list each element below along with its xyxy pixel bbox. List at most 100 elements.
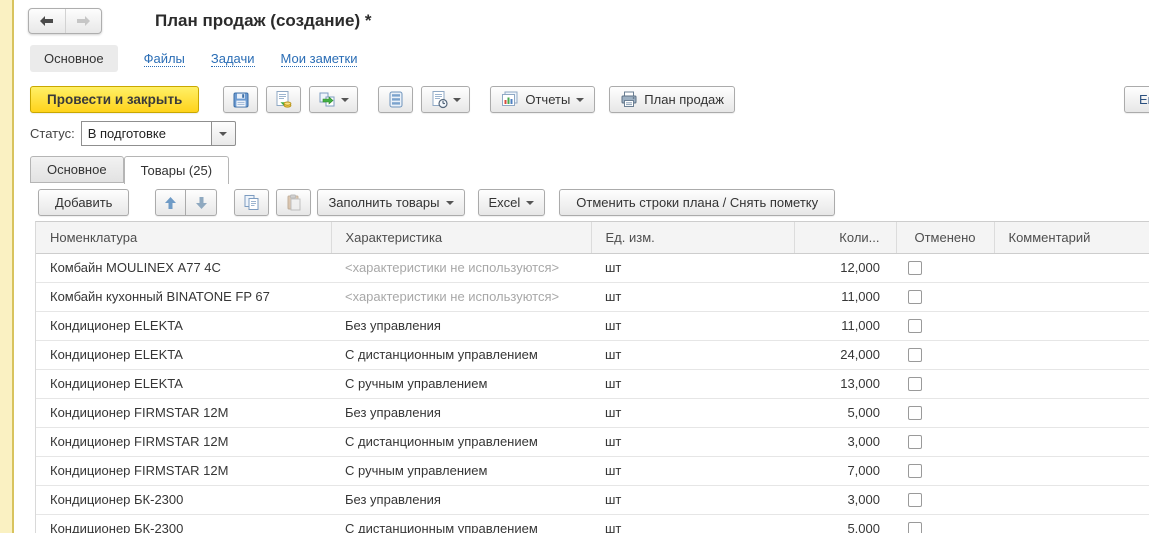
excel-button[interactable]: Excel [478,189,546,216]
cell-cancelled[interactable] [896,311,994,340]
status-dropdown-button[interactable] [211,121,236,146]
copy-button[interactable] [234,189,269,216]
cell-characteristic[interactable]: С дистанционным управлением [331,427,591,456]
cell-quantity[interactable]: 3,000 [794,427,896,456]
cell-cancelled[interactable] [896,398,994,427]
cell-quantity[interactable]: 7,000 [794,456,896,485]
post-and-close-button[interactable]: Провести и закрыть [30,86,199,113]
cell-nomenclature[interactable]: Комбайн кухонный BINATONE FP 67 [36,282,331,311]
cell-cancelled[interactable] [896,369,994,398]
cell-unit[interactable]: шт [591,253,794,282]
column-header-nomenclature[interactable]: Номенклатура [36,222,331,253]
cell-characteristic[interactable]: С ручным управлением [331,369,591,398]
cancelled-checkbox[interactable] [908,348,922,362]
cancelled-checkbox[interactable] [908,464,922,478]
cell-characteristic[interactable]: <характеристики не используются> [331,282,591,311]
column-header-comment[interactable]: Комментарий [994,222,1149,253]
move-row-down-button[interactable] [186,189,217,216]
cell-comment[interactable] [994,253,1149,282]
table-row[interactable]: Кондиционер ELEKTAБез управленияшт11,000 [36,311,1149,340]
cell-cancelled[interactable] [896,340,994,369]
cell-quantity[interactable]: 11,000 [794,311,896,340]
cancel-plan-rows-button[interactable]: Отменить строки плана / Снять пометку [559,189,835,216]
table-row[interactable]: Кондиционер БК-2300Без управленияшт3,000 [36,485,1149,514]
cell-unit[interactable]: шт [591,398,794,427]
cell-characteristic[interactable]: С дистанционным управлением [331,340,591,369]
cell-characteristic[interactable]: С ручным управлением [331,456,591,485]
cell-nomenclature[interactable]: Кондиционер БК-2300 [36,485,331,514]
cancelled-checkbox[interactable] [908,406,922,420]
cell-comment[interactable] [994,340,1149,369]
register-list-button[interactable] [378,86,413,113]
table-row[interactable]: Кондиционер FIRMSTAR 12MС ручным управле… [36,456,1149,485]
cell-quantity[interactable]: 3,000 [794,485,896,514]
column-header-cancelled[interactable]: Отменено [896,222,994,253]
cell-characteristic[interactable]: С дистанционным управлением [331,514,591,533]
cell-nomenclature[interactable]: Кондиционер FIRMSTAR 12M [36,427,331,456]
table-row[interactable]: Комбайн MOULINEX А77 4C<характеристики н… [36,253,1149,282]
cell-quantity[interactable]: 5,000 [794,514,896,533]
table-row[interactable]: Кондиционер БК-2300С дистанционным управ… [36,514,1149,533]
column-header-quantity[interactable]: Коли... [794,222,896,253]
fill-goods-button[interactable]: Заполнить товары [317,189,464,216]
more-button[interactable]: Еще [1124,86,1149,113]
column-header-unit[interactable]: Ед. изм. [591,222,794,253]
cell-cancelled[interactable] [896,427,994,456]
cell-cancelled[interactable] [896,282,994,311]
cell-quantity[interactable]: 12,000 [794,253,896,282]
cell-nomenclature[interactable]: Комбайн MOULINEX А77 4C [36,253,331,282]
cell-unit[interactable]: шт [591,485,794,514]
column-header-characteristic[interactable]: Характеристика [331,222,591,253]
cell-comment[interactable] [994,369,1149,398]
cell-quantity[interactable]: 5,000 [794,398,896,427]
cell-unit[interactable]: шт [591,340,794,369]
cell-comment[interactable] [994,427,1149,456]
cell-unit[interactable]: шт [591,369,794,398]
table-row[interactable]: Комбайн кухонный BINATONE FP 67<характер… [36,282,1149,311]
navlink-tasks[interactable]: Задачи [211,51,255,67]
cell-unit[interactable]: шт [591,514,794,533]
cell-cancelled[interactable] [896,485,994,514]
cell-quantity[interactable]: 24,000 [794,340,896,369]
cell-characteristic[interactable]: <характеристики не используются> [331,253,591,282]
cell-unit[interactable]: шт [591,282,794,311]
table-row[interactable]: Кондиционер ELEKTAС дистанционным управл… [36,340,1149,369]
back-button[interactable] [29,9,65,33]
cell-quantity[interactable]: 13,000 [794,369,896,398]
navlink-main[interactable]: Основное [30,45,118,72]
cell-cancelled[interactable] [896,253,994,282]
status-field[interactable]: В подготовке [81,121,211,146]
cell-cancelled[interactable] [896,514,994,533]
table-row[interactable]: Кондиционер ELEKTAС ручным управлениемшт… [36,369,1149,398]
print-sales-plan-button[interactable]: План продаж [609,86,735,113]
cell-characteristic[interactable]: Без управления [331,398,591,427]
cell-nomenclature[interactable]: Кондиционер ELEKTA [36,369,331,398]
cell-comment[interactable] [994,282,1149,311]
cancelled-checkbox[interactable] [908,435,922,449]
create-based-on-button[interactable] [309,86,358,113]
table-row[interactable]: Кондиционер FIRMSTAR 12MС дистанционным … [36,427,1149,456]
cell-characteristic[interactable]: Без управления [331,485,591,514]
cancelled-checkbox[interactable] [908,377,922,391]
paste-button[interactable] [276,189,311,216]
reports-button[interactable]: Отчеты [490,86,595,113]
save-button[interactable] [223,86,258,113]
document-history-button[interactable] [421,86,470,113]
cancelled-checkbox[interactable] [908,319,922,333]
add-row-button[interactable]: Добавить [38,189,129,216]
tab-goods[interactable]: Товары (25) [124,156,229,184]
navlink-files[interactable]: Файлы [144,51,185,67]
cell-comment[interactable] [994,456,1149,485]
cancelled-checkbox[interactable] [908,522,922,533]
table-row[interactable]: Кондиционер FIRMSTAR 12MБез управленияшт… [36,398,1149,427]
move-row-up-button[interactable] [155,189,186,216]
cell-nomenclature[interactable]: Кондиционер БК-2300 [36,514,331,533]
cell-nomenclature[interactable]: Кондиционер ELEKTA [36,311,331,340]
cell-comment[interactable] [994,398,1149,427]
cell-nomenclature[interactable]: Кондиционер FIRMSTAR 12M [36,456,331,485]
cell-comment[interactable] [994,514,1149,533]
cell-cancelled[interactable] [896,456,994,485]
cancelled-checkbox[interactable] [908,290,922,304]
forward-button[interactable] [65,9,102,33]
cell-unit[interactable]: шт [591,456,794,485]
